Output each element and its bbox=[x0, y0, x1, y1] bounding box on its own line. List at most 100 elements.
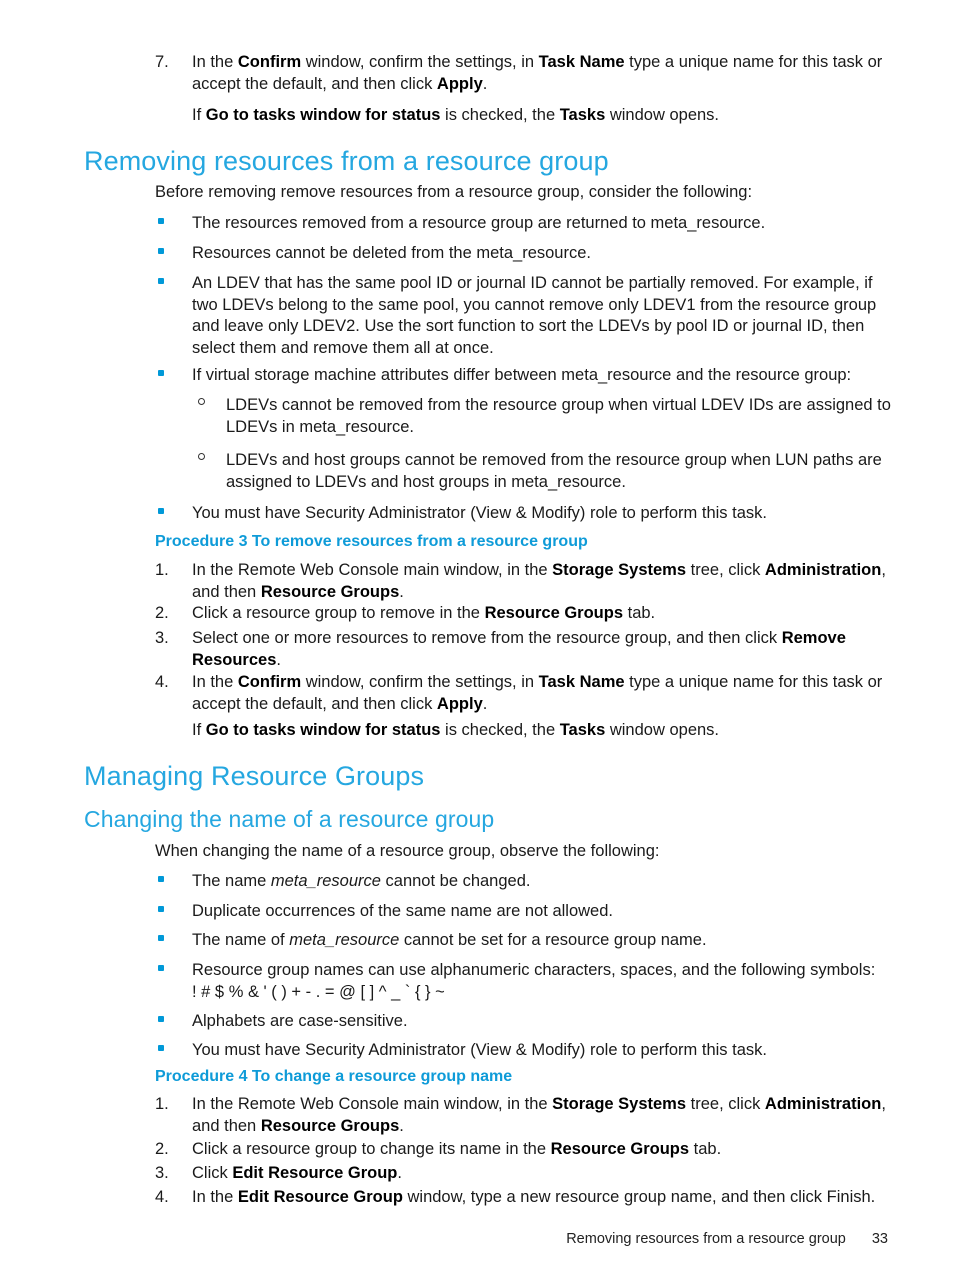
text-run: window opens. bbox=[605, 106, 720, 124]
italic-meta-resource: meta_resource bbox=[270, 872, 381, 890]
bullet-icon bbox=[156, 213, 192, 235]
text-run: window, type a new resource group name, … bbox=[402, 1188, 876, 1206]
emphasis-confirm: Confirm bbox=[237, 673, 302, 691]
list-item: You must have Security Administrator (Vi… bbox=[156, 503, 900, 525]
italic-meta-resource: meta_resource bbox=[289, 931, 400, 949]
bullet-icon bbox=[156, 901, 192, 923]
emphasis-apply: Apply bbox=[436, 694, 483, 713]
list-item-text: Duplicate occurrences of the same name a… bbox=[192, 902, 613, 920]
step-text: Click a resource group to remove in the … bbox=[192, 603, 900, 625]
text-run: If bbox=[192, 106, 206, 124]
text-run: tree, click bbox=[686, 1095, 765, 1113]
symbols-intro: Resource group names can use alphanumeri… bbox=[192, 961, 876, 979]
list-item-text: If virtual storage machine attributes di… bbox=[192, 366, 852, 384]
step-text: Select one or more resources to remove f… bbox=[192, 628, 900, 671]
list-item: 3. Click Edit Resource Group. bbox=[155, 1163, 900, 1185]
step-text: Click a resource group to change its nam… bbox=[192, 1139, 900, 1161]
text-run: cannot be set for a resource group name. bbox=[399, 931, 707, 949]
step-number: 3. bbox=[155, 1164, 169, 1182]
emphasis-apply: Apply bbox=[436, 74, 483, 93]
list-item-text: An LDEV that has the same pool ID or jou… bbox=[192, 274, 877, 357]
sub-list-item-text: LDEVs and host groups cannot be removed … bbox=[226, 451, 882, 491]
emphasis-resource-groups: Resource Groups bbox=[260, 1116, 400, 1135]
step-number: 4. bbox=[155, 1188, 169, 1206]
procedure-4-title: Procedure 4 To change a resource group n… bbox=[155, 1068, 513, 1085]
bullet-icon bbox=[156, 365, 192, 387]
step-number: 2. bbox=[155, 1140, 169, 1158]
text-run: The name of bbox=[192, 931, 290, 949]
sub-section-title-changing-name: Changing the name of a resource group bbox=[84, 806, 495, 832]
text-run: If bbox=[192, 721, 206, 739]
page-footer: Removing resources from a resource group… bbox=[0, 1231, 954, 1247]
text-run: window, confirm the settings, in bbox=[301, 53, 539, 71]
emphasis-edit-resource-group: Edit Resource Group bbox=[232, 1164, 398, 1182]
list-item-text: The name of meta_resource cannot be set … bbox=[192, 930, 900, 952]
emphasis-go-to-tasks: Go to tasks window for status bbox=[205, 721, 441, 739]
text-run: . bbox=[482, 74, 488, 93]
emphasis-go-to-tasks: Go to tasks window for status bbox=[205, 106, 441, 124]
text-run: tab. bbox=[623, 604, 656, 622]
text-run: tab. bbox=[689, 1140, 722, 1158]
list-item-text: Alphabets are case-sensitive. bbox=[192, 1012, 408, 1030]
text-run: Click a resource group to remove in the bbox=[192, 604, 485, 622]
step-number: 1. bbox=[155, 561, 169, 579]
sub-list-item: LDEVs and host groups cannot be removed … bbox=[196, 450, 900, 493]
bullet-icon bbox=[156, 1040, 192, 1062]
text-run: tree, click bbox=[686, 561, 765, 579]
allowed-symbols: ! # $ % & ' ( ) + - . = @ [ ] ^ _ ` { } … bbox=[192, 982, 445, 1001]
document-page: 7. In the Confirm window, confirm the se… bbox=[0, 0, 954, 1271]
text-run: window, confirm the settings, in bbox=[301, 673, 539, 691]
bullet-icon bbox=[156, 1011, 192, 1033]
list-item: The resources removed from a resource gr… bbox=[156, 213, 900, 235]
text-run: In the bbox=[192, 673, 238, 691]
bullet-icon bbox=[156, 503, 192, 525]
step-note: If Go to tasks window for status is chec… bbox=[192, 105, 902, 127]
step-number: 2. bbox=[155, 604, 169, 622]
emphasis-storage-systems: Storage Systems bbox=[552, 561, 687, 579]
text-run: Select one or more resources to remove f… bbox=[192, 629, 782, 647]
text-run: is checked, the bbox=[440, 106, 560, 124]
text-run: window opens. bbox=[605, 721, 720, 739]
list-item: 4. In the Edit Resource Group window, ty… bbox=[155, 1187, 900, 1209]
section-title-managing: Managing Resource Groups bbox=[84, 761, 425, 791]
list-item-text: The name meta_resource cannot be changed… bbox=[192, 871, 900, 893]
list-item-text: Resources cannot be deleted from the met… bbox=[192, 244, 591, 262]
text-run: In the bbox=[192, 53, 238, 71]
list-item-text: You must have Security Administrator (Vi… bbox=[192, 504, 767, 522]
step-number: 1. bbox=[155, 1095, 169, 1113]
step-note: If Go to tasks window for status is chec… bbox=[192, 720, 902, 742]
page-number: 33 bbox=[871, 1231, 888, 1247]
emphasis-task-name: Task Name bbox=[538, 673, 625, 691]
list-item: The name of meta_resource cannot be set … bbox=[156, 930, 900, 952]
emphasis-resource-groups: Resource Groups bbox=[260, 582, 400, 601]
footer-title: Removing resources from a resource group bbox=[566, 1231, 846, 1247]
bullet-icon bbox=[156, 243, 192, 265]
sub-bullet-icon bbox=[196, 395, 226, 417]
text-run: In the Remote Web Console main window, i… bbox=[192, 1095, 553, 1113]
emphasis-edit-resource-group: Edit Resource Group bbox=[237, 1188, 403, 1206]
text-run: Click a resource group to change its nam… bbox=[192, 1140, 551, 1158]
text-run: . bbox=[399, 1116, 404, 1135]
step-text: In the Confirm window, confirm the setti… bbox=[192, 672, 900, 715]
step-text: In the Remote Web Console main window, i… bbox=[192, 560, 900, 603]
section-intro: When changing the name of a resource gro… bbox=[155, 842, 660, 860]
step-number: 3. bbox=[155, 629, 169, 647]
list-item: 1. In the Remote Web Console main window… bbox=[155, 560, 900, 603]
list-item-text: You must have Security Administrator (Vi… bbox=[192, 1041, 767, 1059]
step-number: 4. bbox=[155, 673, 169, 691]
sub-list-item-text: LDEVs cannot be removed from the resourc… bbox=[226, 396, 891, 436]
text-run: is checked, the bbox=[440, 721, 560, 739]
list-item: 3. Select one or more resources to remov… bbox=[155, 628, 900, 671]
emphasis-tasks: Tasks bbox=[559, 106, 606, 124]
list-item: Resources cannot be deleted from the met… bbox=[156, 243, 900, 265]
bullet-icon bbox=[156, 871, 192, 893]
list-item-text: The resources removed from a resource gr… bbox=[192, 214, 766, 232]
text-run: . bbox=[276, 650, 281, 669]
list-item-text: Resource group names can use alphanumeri… bbox=[192, 960, 900, 1003]
list-item: Duplicate occurrences of the same name a… bbox=[156, 901, 900, 923]
text-run: Click bbox=[192, 1164, 233, 1182]
emphasis-administration: Administration bbox=[764, 561, 882, 579]
emphasis-resource-groups: Resource Groups bbox=[550, 1140, 690, 1158]
list-item: The name meta_resource cannot be changed… bbox=[156, 871, 900, 893]
text-run: The name bbox=[192, 872, 271, 890]
